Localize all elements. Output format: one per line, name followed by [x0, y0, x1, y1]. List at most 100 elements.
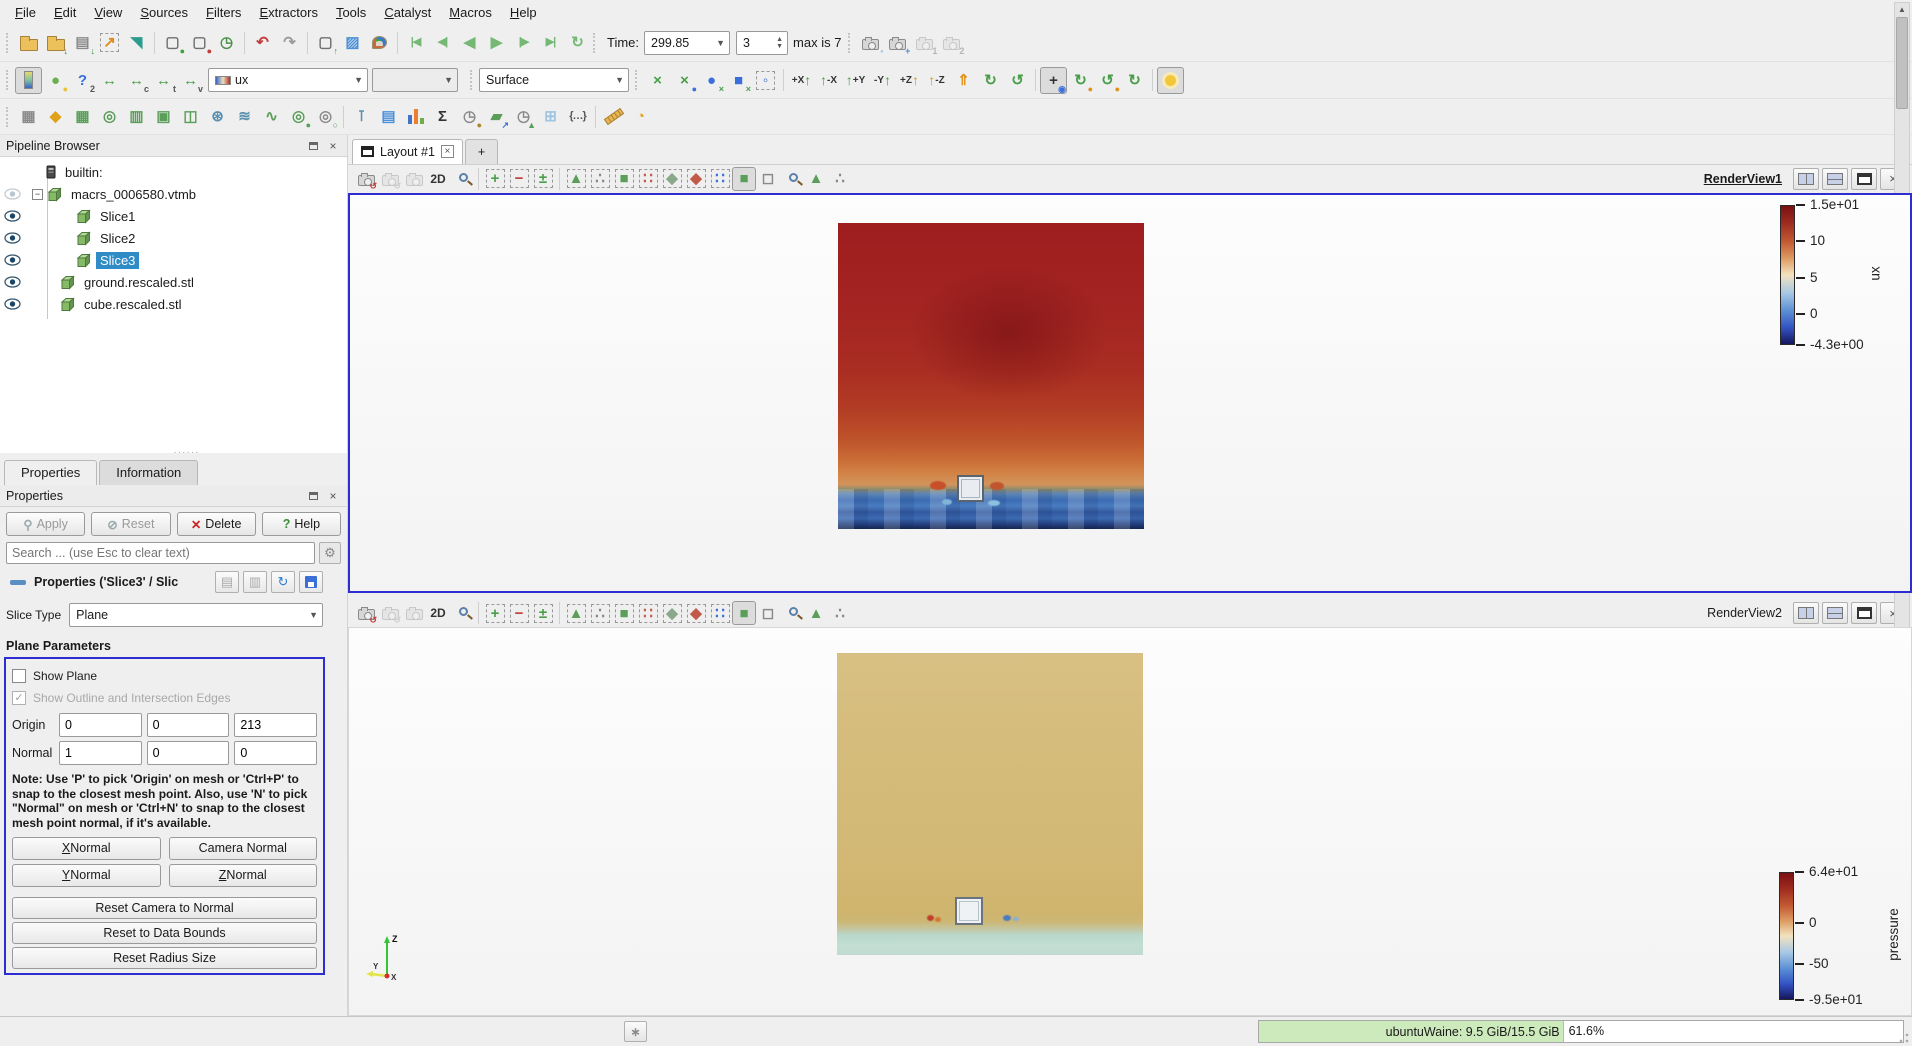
- reset-camera-icon[interactable]: ×: [644, 67, 671, 94]
- menu-tools[interactable]: Tools: [327, 2, 375, 23]
- visibility-eye-icon[interactable]: [0, 298, 24, 310]
- add-selection-icon[interactable]: +: [483, 167, 507, 191]
- toolbar-handle[interactable]: [470, 70, 475, 90]
- next-frame-icon[interactable]: |▶: [510, 29, 537, 56]
- select-points-polygon-icon[interactable]: ◆: [684, 167, 708, 191]
- reset-radius-size-button[interactable]: Reset Radius Size: [12, 946, 317, 969]
- redo-icon[interactable]: ↷: [276, 29, 303, 56]
- zoom-closest-icon[interactable]: ■ ×: [725, 67, 752, 94]
- menu-macros[interactable]: Macros: [440, 2, 501, 23]
- render-view-2[interactable]: 6.4e+01 0 -50 -9.5e+01 pressure Z Y X: [348, 627, 1912, 1017]
- toolbar-handle[interactable]: [6, 106, 11, 127]
- server-upload-icon[interactable]: ▢ ↑: [312, 29, 339, 56]
- frame-spinbox[interactable]: 3 ▲ ▼: [736, 30, 789, 55]
- rescale-custom-range-icon[interactable]: ↔ c: [123, 67, 150, 94]
- copy-properties-icon[interactable]: ▤: [215, 571, 239, 593]
- capture-all-views-icon[interactable]: ↺: [378, 601, 402, 625]
- split-horizontal-button[interactable]: [1793, 167, 1819, 190]
- reset-camera-to-normal-button[interactable]: Reset Camera to Normal: [12, 896, 317, 919]
- programmable-filter-icon[interactable]: {…}: [564, 103, 591, 130]
- view-plus-x-icon[interactable]: +X ↑: [788, 67, 815, 94]
- resize-grip[interactable]: [1898, 1032, 1910, 1044]
- extract-selection-icon[interactable]: ▤: [375, 103, 402, 130]
- tab-information[interactable]: Information: [99, 460, 199, 485]
- pick-center-icon[interactable]: ↺ ●: [1094, 67, 1121, 94]
- toolbar-handle[interactable]: [6, 70, 11, 90]
- dock-float-icon[interactable]: [305, 489, 321, 503]
- protractor-icon[interactable]: ◔: [627, 103, 654, 130]
- last-frame-icon[interactable]: ▶|: [537, 29, 564, 56]
- capture-all-views-icon[interactable]: ↺: [378, 167, 402, 191]
- plot-over-time-icon[interactable]: ◷ ●: [456, 103, 483, 130]
- render-view-1[interactable]: 1.5e+01 10 5 0 -4.3e+00 ux: [348, 192, 1912, 594]
- rotate-90-cw-icon[interactable]: ↻: [977, 67, 1004, 94]
- interactive-select-cells-icon[interactable]: ■: [732, 166, 756, 191]
- origin-z-field[interactable]: [234, 713, 318, 737]
- renderview2-title[interactable]: RenderView2: [1707, 606, 1782, 620]
- select-points-through-icon[interactable]: ∷: [636, 167, 660, 191]
- toolbar-handle[interactable]: [593, 32, 598, 53]
- glyph-cube-icon[interactable]: ⊞: [537, 103, 564, 130]
- select-blocks-icon[interactable]: ∷: [708, 601, 732, 625]
- dock-close-icon[interactable]: ×: [325, 139, 341, 153]
- loop-icon[interactable]: ↻: [564, 29, 591, 56]
- camera-zoom-icon[interactable]: ◦: [857, 29, 884, 56]
- panel-splitter[interactable]: [0, 447, 347, 459]
- collapse-dash-icon[interactable]: [10, 579, 26, 585]
- apply-button[interactable]: ⚲ Apply: [6, 512, 86, 536]
- visibility-eye-icon[interactable]: [0, 210, 24, 222]
- split-vertical-button[interactable]: [1822, 167, 1848, 190]
- save-defaults-icon[interactable]: [299, 571, 323, 593]
- auto-apply-icon[interactable]: ↗: [96, 29, 123, 56]
- toolbar-handle[interactable]: [848, 32, 853, 53]
- origin-y-field[interactable]: [146, 713, 230, 737]
- rescale-data-range-icon[interactable]: ↔: [96, 67, 123, 94]
- pipeline-item-slice3[interactable]: Slice3: [0, 249, 347, 271]
- y-normal-button[interactable]: Y Normal: [12, 863, 161, 887]
- probe-location-icon[interactable]: ⊺: [348, 103, 375, 130]
- color-legend-toggle-icon[interactable]: [15, 66, 42, 94]
- view-plus-y-icon[interactable]: ↑ +Y: [842, 67, 869, 94]
- interactive-select-blocks-icon[interactable]: ◻: [756, 601, 780, 625]
- pipeline-item-builtin-[interactable]: builtin:: [0, 161, 347, 183]
- visibility-eye-icon[interactable]: [0, 232, 24, 244]
- select-cells-through-icon[interactable]: ■: [612, 167, 636, 191]
- slice-icon[interactable]: ◆: [42, 103, 69, 130]
- split-horizontal-button[interactable]: [1793, 602, 1819, 625]
- open-file-icon[interactable]: [15, 29, 42, 56]
- capture-view-icon[interactable]: [402, 167, 426, 191]
- visibility-eye-icon[interactable]: [0, 276, 24, 288]
- scrollbar-thumb[interactable]: [1896, 17, 1908, 109]
- menu-catalyst[interactable]: Catalyst: [375, 2, 440, 23]
- show-outline-checkbox[interactable]: ✓ Show Outline and Intersection Edges: [12, 687, 317, 709]
- tree-expander-icon[interactable]: −: [32, 188, 43, 200]
- view-minus-y-icon[interactable]: -Y ↑: [869, 67, 896, 94]
- tab-layout1[interactable]: Layout #1 ×: [352, 138, 463, 164]
- select-points-through-icon[interactable]: ∷: [636, 601, 660, 625]
- add-selection-icon[interactable]: +: [483, 601, 507, 625]
- pipeline-item-cube-rescaled-stl[interactable]: cube.rescaled.stl: [0, 293, 347, 315]
- select-cells-through-icon[interactable]: ■: [612, 601, 636, 625]
- calculator-icon[interactable]: ▦: [15, 103, 42, 130]
- hover-cells-icon[interactable]: ▲: [804, 167, 828, 191]
- normal-x-field[interactable]: [59, 741, 142, 765]
- tab-properties[interactable]: Properties: [4, 460, 98, 485]
- pick-points-icon[interactable]: ∴: [828, 601, 852, 625]
- subtract-selection-icon[interactable]: −: [507, 167, 531, 191]
- isometric-view-icon[interactable]: ⇑: [950, 67, 977, 94]
- show-center-icon[interactable]: ↻: [1121, 67, 1148, 94]
- paste-properties-icon[interactable]: ▥: [243, 571, 267, 593]
- visibility-eye-icon[interactable]: [0, 254, 24, 266]
- maximize-button[interactable]: [1851, 602, 1877, 625]
- interactive-select-blocks-icon[interactable]: ◻: [756, 167, 780, 191]
- menu-help[interactable]: Help: [501, 2, 546, 23]
- maximize-button[interactable]: [1851, 167, 1877, 190]
- save-state-icon[interactable]: ▤ ↓: [69, 29, 96, 56]
- edit-colormap-icon[interactable]: ● ●: [42, 67, 69, 94]
- group-datasets-icon[interactable]: ◎ ●: [285, 103, 312, 130]
- color-by-combobox[interactable]: ux ▼: [208, 68, 368, 92]
- camera-normal-button[interactable]: Camera Normal: [168, 836, 317, 860]
- zoom-to-box-icon[interactable]: ◦: [752, 67, 779, 94]
- select-points-polygon-icon[interactable]: ◆: [684, 601, 708, 625]
- reload-properties-icon[interactable]: ↻: [271, 571, 295, 593]
